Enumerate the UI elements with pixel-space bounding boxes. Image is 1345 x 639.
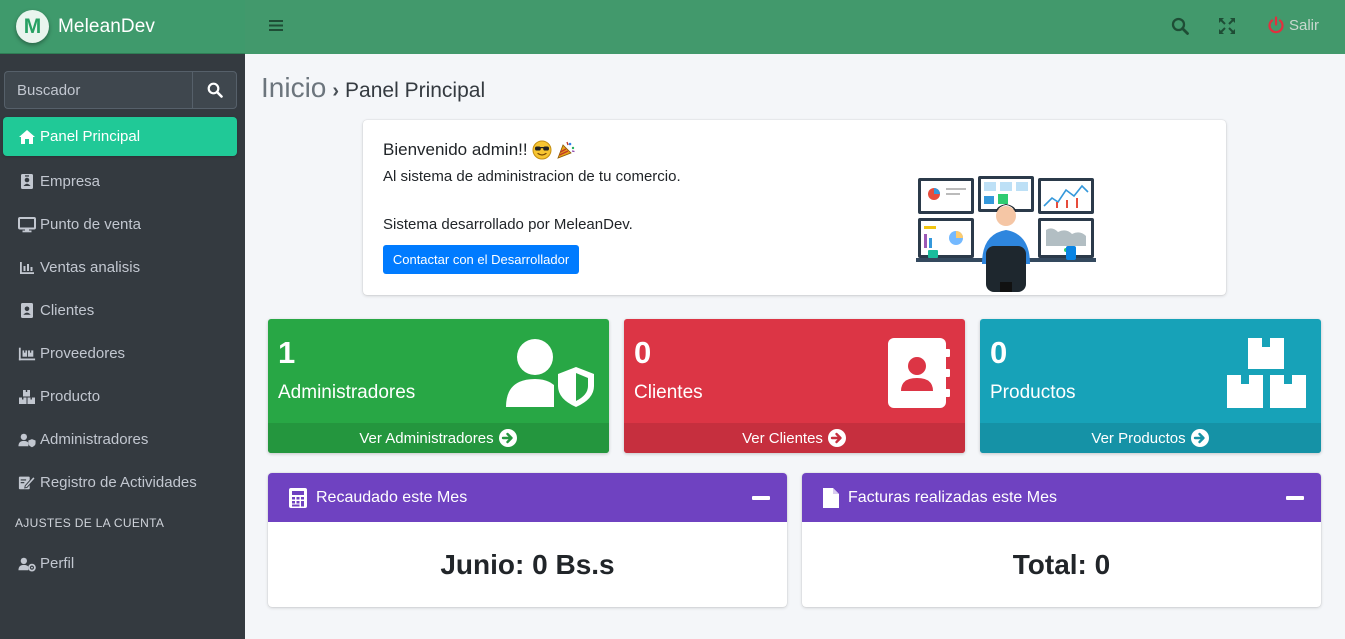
stat-count: 0 — [634, 335, 652, 370]
id-badge-icon — [18, 173, 36, 191]
boxes-icon — [1226, 337, 1308, 414]
brand-link[interactable]: M MeleanDev — [0, 0, 245, 54]
stat-label: Clientes — [634, 382, 703, 403]
sidebar-item-producto[interactable]: Producto — [0, 375, 245, 418]
sidebar-item-label: Empresa — [40, 173, 101, 190]
hamburger-icon — [269, 20, 283, 31]
stat-card-administradores: 1 Administradores Ver Administradores — [268, 319, 609, 453]
top-navbar: Salir — [245, 0, 1345, 54]
calculator-icon — [288, 487, 308, 509]
party-popper-emoji-icon — [556, 140, 576, 160]
search-button[interactable] — [192, 71, 237, 109]
collapse-button[interactable] — [1286, 496, 1304, 500]
welcome-card: Bienvenido admin!! Al sistema de adminis… — [363, 120, 1226, 295]
logout-button[interactable]: Salir — [1267, 16, 1319, 34]
user-shield-icon — [504, 337, 596, 414]
stat-label: Productos — [990, 382, 1076, 403]
desktop-icon — [18, 216, 36, 234]
panel-title: Facturas realizadas este Mes — [848, 488, 1057, 506]
sidebar-item-label: Panel Principal — [40, 128, 141, 145]
search-input[interactable] — [4, 71, 192, 109]
sidebar-item-label: Proveedores — [40, 345, 126, 362]
sidebar-item-punto-de-venta[interactable]: Punto de venta — [0, 203, 245, 246]
panel-title: Recaudado este Mes — [316, 488, 468, 506]
logout-label: Salir — [1289, 16, 1320, 34]
sidebar-item-administradores[interactable]: Administradores — [0, 418, 245, 461]
contact-book-icon — [18, 302, 36, 320]
stat-card-clientes: 0 Clientes Ver Clientes — [624, 319, 965, 453]
panel-value: Junio: 0 Bs.s — [440, 548, 615, 580]
breadcrumb-home[interactable]: Inicio — [261, 72, 326, 104]
sidebar-item-empresa[interactable]: Empresa — [0, 160, 245, 203]
welcome-subtitle: Al sistema de administracion de tu comer… — [383, 168, 681, 185]
card-footer-label: Ver Administradores — [359, 429, 494, 447]
user-cog-icon — [18, 555, 36, 573]
power-icon — [1268, 16, 1284, 34]
search-icon — [207, 82, 223, 98]
brand-name: MeleanDev — [58, 15, 156, 37]
sunglasses-emoji-icon — [532, 140, 552, 160]
arrow-circle-right-icon — [498, 428, 518, 448]
card-footer-label: Ver Clientes — [742, 429, 823, 447]
sidebar-item-label: Registro de Actividades — [40, 474, 197, 491]
sidebar-item-label: Administradores — [40, 431, 149, 448]
panel-value: Total: 0 — [1012, 548, 1111, 580]
welcome-title: Bienvenido admin!! — [383, 140, 576, 160]
signature-icon — [18, 474, 36, 492]
user-shield-icon — [18, 431, 36, 449]
sidebar-item-label: Clientes — [40, 302, 95, 319]
sidebar-item-clientes[interactable]: Clientes — [0, 289, 245, 332]
monitoring-illustration — [916, 172, 1096, 301]
stat-label: Administradores — [278, 382, 416, 403]
ver-administradores-link[interactable]: Ver Administradores — [268, 423, 609, 453]
ver-clientes-link[interactable]: Ver Clientes — [624, 423, 965, 453]
developer-credit: Sistema desarrollado por MeleanDev. — [383, 216, 633, 233]
home-icon — [18, 128, 36, 146]
panel-header: Facturas realizadas este Mes — [802, 473, 1321, 522]
panel-header: Recaudado este Mes — [268, 473, 787, 522]
stat-card-productos: 0 Productos Ver Productos — [980, 319, 1321, 453]
stat-count: 0 — [990, 335, 1008, 370]
sidebar-search — [4, 71, 237, 109]
sidebar-item-ventas-analisis[interactable]: Ventas analisis — [0, 246, 245, 289]
card-footer-label: Ver Productos — [1091, 429, 1186, 447]
sidebar-item-label: Punto de venta — [40, 216, 141, 233]
contact-book-icon — [887, 337, 951, 414]
collapse-button[interactable] — [752, 496, 770, 500]
arrow-circle-right-icon — [1190, 428, 1210, 448]
contact-developer-button[interactable]: Contactar con el Desarrollador — [383, 245, 579, 274]
sidebar-nav: Panel Principal Empresa Punto de venta V… — [0, 117, 245, 585]
facturas-panel: Facturas realizadas este Mes Total: 0 — [802, 473, 1321, 607]
page-title: Panel Principal — [345, 79, 486, 102]
sidebar-item-label: Ventas analisis — [40, 259, 141, 276]
file-icon — [822, 487, 840, 509]
stat-count: 1 — [278, 335, 296, 370]
sidebar: M MeleanDev Panel Principal Empresa Punt… — [0, 0, 245, 639]
pallet-icon — [18, 345, 36, 363]
chart-bar-icon — [18, 259, 36, 277]
sidebar-item-panel-principal[interactable]: Panel Principal — [3, 117, 237, 156]
boxes-icon — [18, 388, 36, 406]
brand-logo: M — [16, 10, 49, 43]
navbar-search-button[interactable] — [1171, 17, 1189, 40]
welcome-title-text: Bienvenido admin!! — [383, 140, 528, 159]
menu-toggle-button[interactable] — [268, 18, 284, 38]
sidebar-item-perfil[interactable]: Perfil — [0, 542, 245, 585]
sidebar-item-label: Producto — [40, 388, 101, 405]
breadcrumb: Inicio › Panel Principal — [261, 72, 485, 104]
fullscreen-button[interactable] — [1218, 17, 1236, 40]
sidebar-item-label: Perfil — [40, 555, 75, 572]
ver-productos-link[interactable]: Ver Productos — [980, 423, 1321, 453]
sidebar-item-registro-de-actividades[interactable]: Registro de Actividades — [0, 461, 245, 504]
search-icon — [1171, 17, 1189, 35]
recaudado-panel: Recaudado este Mes Junio: 0 Bs.s — [268, 473, 787, 607]
sidebar-item-proveedores[interactable]: Proveedores — [0, 332, 245, 375]
expand-arrows-icon — [1219, 18, 1235, 34]
breadcrumb-separator: › — [332, 80, 340, 102]
sidebar-section-header: AJUSTES DE LA CUENTA — [15, 516, 165, 530]
arrow-circle-right-icon — [827, 428, 847, 448]
